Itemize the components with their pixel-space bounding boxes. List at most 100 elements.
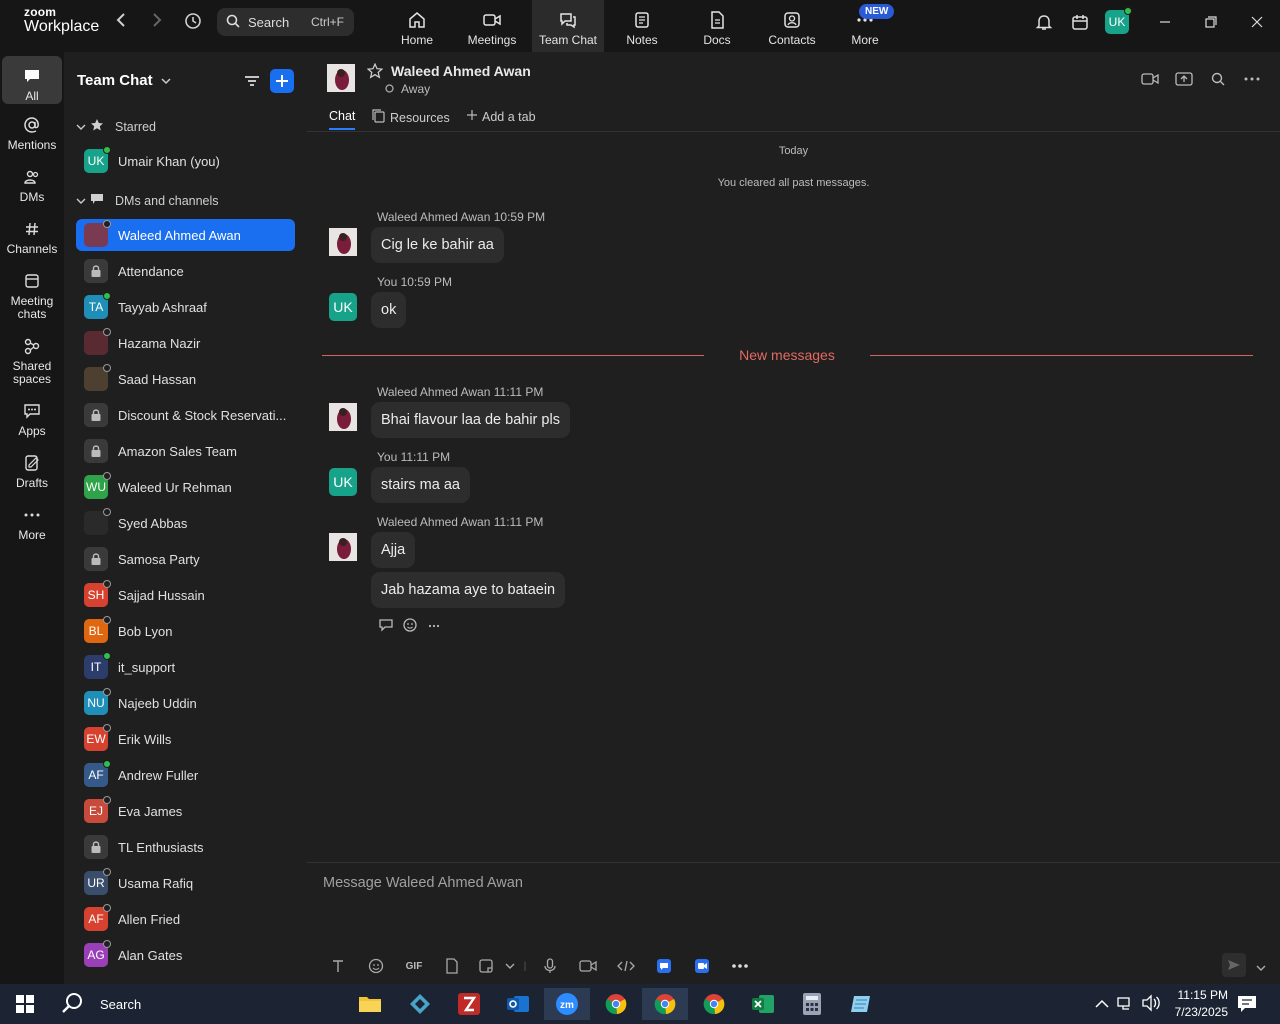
star-outline-icon[interactable] — [366, 62, 384, 84]
more-options-icon[interactable] — [1242, 70, 1262, 88]
message-bubble[interactable]: Bhai flavour laa de bahir pls — [371, 402, 570, 438]
sender-avatar[interactable]: UK — [329, 293, 357, 321]
sidebar-title[interactable]: Team Chat — [77, 72, 171, 89]
more-dots-icon[interactable] — [721, 955, 759, 977]
chrome-alt-icon[interactable] — [691, 988, 737, 1020]
calendar-icon[interactable] — [1070, 12, 1092, 34]
tab-home[interactable]: Home — [381, 0, 453, 52]
emoji-icon[interactable] — [357, 955, 395, 977]
app-diamond-icon[interactable] — [397, 988, 443, 1020]
bell-icon[interactable] — [1034, 12, 1056, 34]
search-icon[interactable] — [1208, 70, 1228, 88]
message-input-placeholder[interactable]: Message Waleed Ahmed Awan — [323, 875, 523, 891]
windows-start-icon[interactable] — [2, 988, 48, 1020]
filezilla-icon[interactable] — [446, 988, 492, 1020]
new-chat-button[interactable] — [270, 69, 294, 93]
minimize-icon[interactable] — [1142, 0, 1188, 44]
chrome-icon[interactable] — [593, 988, 639, 1020]
rail-more[interactable]: More — [2, 504, 62, 542]
list-item[interactable]: Samosa Party — [76, 543, 295, 575]
back-arrow-icon[interactable] — [110, 12, 132, 34]
rail-all[interactable]: All — [2, 56, 62, 104]
system-clock[interactable]: 11:15 PM 7/23/2025 — [1175, 987, 1228, 1021]
list-item[interactable]: AG Alan Gates — [76, 939, 295, 971]
filter-icon[interactable] — [240, 69, 264, 93]
gif-button[interactable]: GIF — [395, 955, 433, 977]
list-item[interactable]: UR Usama Rafiq — [76, 867, 295, 899]
list-item[interactable]: Attendance — [76, 255, 295, 287]
list-item[interactable]: AF Andrew Fuller — [76, 759, 295, 791]
rail-channels[interactable]: Channels — [2, 218, 62, 256]
list-item[interactable]: TL Enthusiasts — [76, 831, 295, 863]
video-message-icon[interactable] — [569, 955, 607, 977]
tab-docs[interactable]: Docs — [681, 0, 753, 52]
message-composer[interactable]: Message Waleed Ahmed Awan GIF | — [307, 862, 1280, 984]
user-avatar[interactable]: UK — [1105, 7, 1132, 34]
sender-avatar-photo[interactable] — [329, 228, 357, 256]
list-item[interactable]: IT it_support — [76, 651, 295, 683]
calculator-icon[interactable] — [789, 988, 835, 1020]
microphone-icon[interactable] — [531, 955, 569, 977]
list-item[interactable]: EW Erik Wills — [76, 723, 295, 755]
list-item[interactable]: NU Najeeb Uddin — [76, 687, 295, 719]
rail-shared-spaces[interactable]: Shared spaces — [2, 335, 62, 386]
search-box[interactable]: Search Ctrl+F — [217, 8, 354, 36]
zoom-taskbar-icon[interactable]: zm — [544, 988, 590, 1020]
chrome-profile-icon[interactable] — [642, 988, 688, 1020]
list-item[interactable]: WU Waleed Ur Rehman — [76, 471, 295, 503]
restore-icon[interactable] — [1188, 0, 1234, 44]
tab-team-chat[interactable]: Team Chat — [532, 0, 604, 52]
rail-drafts[interactable]: Drafts — [2, 452, 62, 490]
list-item[interactable]: TA Tayyab Ashraaf — [76, 291, 295, 323]
network-icon[interactable] — [1117, 994, 1135, 1017]
app-blue-chat-icon[interactable] — [645, 955, 683, 977]
section-starred[interactable]: Starred — [76, 118, 156, 135]
list-item[interactable]: Discount & Stock Reservati... — [76, 399, 295, 431]
list-item[interactable]: Hazama Nazir — [76, 327, 295, 359]
tab-resources[interactable]: Resources — [372, 109, 450, 126]
outlook-icon[interactable] — [495, 988, 541, 1020]
message-bubble[interactable]: Jab hazama aye to bataein — [371, 572, 566, 608]
list-item[interactable]: Waleed Ahmed Awan — [76, 219, 295, 251]
file-explorer-icon[interactable] — [347, 988, 393, 1020]
list-item[interactable]: BL Bob Lyon — [76, 615, 295, 647]
list-item[interactable]: Saad Hassan — [76, 363, 295, 395]
sender-avatar-photo[interactable] — [329, 533, 357, 561]
contact-avatar[interactable] — [327, 64, 355, 92]
share-screen-icon[interactable] — [1174, 70, 1194, 88]
notification-center-icon[interactable] — [1237, 995, 1257, 1018]
message-bubble[interactable]: stairs ma aa — [371, 467, 470, 503]
text-format-icon[interactable] — [319, 955, 357, 977]
tab-chat[interactable]: Chat — [329, 109, 356, 130]
list-item[interactable]: AF Allen Fried — [76, 903, 295, 935]
more-dots-icon[interactable] — [426, 617, 442, 638]
sender-avatar[interactable]: UK — [329, 468, 357, 496]
message-bubble[interactable]: Ajja — [371, 532, 416, 568]
screenshot-icon[interactable] — [471, 955, 501, 977]
sender-avatar-photo[interactable] — [329, 403, 357, 431]
app-zoom-icon[interactable] — [683, 955, 721, 977]
history-icon[interactable] — [182, 12, 204, 34]
rail-dms[interactable]: DMs — [2, 166, 62, 204]
message-bubble[interactable]: ok — [371, 292, 407, 328]
chevron-down-icon[interactable] — [1256, 959, 1266, 977]
file-icon[interactable] — [433, 955, 471, 977]
close-icon[interactable] — [1234, 0, 1280, 44]
list-item[interactable]: EJ Eva James — [76, 795, 295, 827]
code-snippet-icon[interactable] — [607, 955, 645, 977]
tab-notes[interactable]: Notes — [606, 0, 678, 52]
message-bubble[interactable]: Cig le ke bahir aa — [371, 227, 504, 263]
list-item[interactable]: Amazon Sales Team — [76, 435, 295, 467]
sidebar-item-umair-khan[interactable]: UK Umair Khan (you) — [76, 145, 295, 177]
forward-arrow-icon[interactable] — [146, 12, 168, 34]
notepad-icon[interactable] — [838, 988, 884, 1020]
rail-apps[interactable]: Apps — [2, 400, 62, 438]
section-dms-and-channels[interactable]: DMs and channels — [76, 192, 219, 209]
rail-meeting-chats[interactable]: Meeting chats — [2, 270, 62, 321]
volume-icon[interactable] — [1141, 994, 1161, 1017]
reply-icon[interactable] — [378, 617, 394, 638]
chevron-up-icon[interactable] — [1095, 996, 1109, 1014]
list-item[interactable]: Syed Abbas — [76, 507, 295, 539]
video-call-icon[interactable] — [1140, 70, 1160, 88]
chevron-down-icon[interactable] — [501, 955, 519, 977]
